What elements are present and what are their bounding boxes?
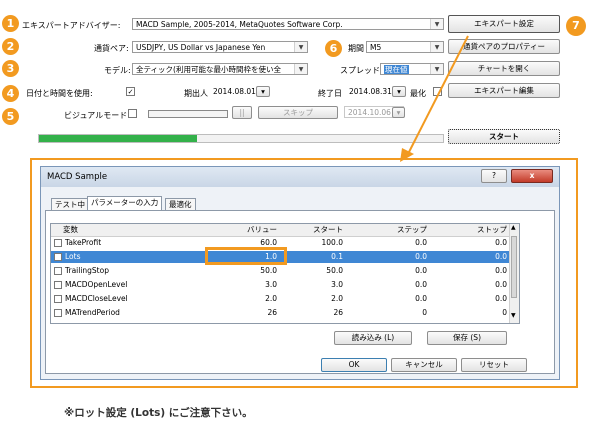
column-header: バリュー (247, 225, 277, 234)
cell-start: 26 (333, 308, 343, 317)
cell-step: 0.0 (415, 252, 427, 261)
scroll-down-icon[interactable]: ▼ (511, 312, 516, 319)
close-button[interactable]: x (511, 169, 553, 183)
row-checkbox[interactable] (54, 309, 62, 317)
column-header: スタート (313, 225, 343, 234)
row-checkbox[interactable] (54, 239, 62, 247)
cell-step: 0 (422, 308, 427, 317)
cell-stop: 0.0 (495, 266, 507, 275)
cell-start: 2.0 (331, 294, 343, 303)
cell-value: 50.0 (260, 266, 277, 275)
column-header: ストップ (477, 225, 507, 234)
table-row[interactable]: MATrendPeriod 26 26 0 0 (51, 307, 511, 319)
lots-value-highlight (205, 247, 287, 265)
cell-name: TrailingStop (65, 266, 109, 275)
reset-button[interactable]: リセット (461, 358, 527, 372)
cell-start: 0.1 (331, 252, 343, 261)
cell-value: 26 (267, 308, 277, 317)
cell-step: 0.0 (415, 238, 427, 247)
footnote: ※ロット設定 (Lots) にご注意下さい。 (64, 407, 253, 419)
cell-step: 0.0 (415, 280, 427, 289)
table-row[interactable]: TrailingStop 50.0 50.0 0.0 0.0 (51, 265, 511, 277)
cell-name: MACDOpenLevel (65, 280, 128, 289)
scroll-thumb[interactable] (511, 236, 517, 298)
cell-start: 3.0 (331, 280, 343, 289)
cell-stop: 0.0 (495, 252, 507, 261)
cell-step: 0.0 (415, 294, 427, 303)
cell-name: MATrendPeriod (65, 308, 120, 317)
parameters-table: 変数 バリュー スタート ステップ ストップ TakeProfit 60.0 100… (50, 223, 520, 324)
ok-button[interactable]: OK (321, 358, 387, 372)
row-checkbox[interactable] (54, 253, 62, 261)
column-header: 変数 (63, 225, 78, 234)
cell-step: 0.0 (415, 266, 427, 275)
cell-name: Lots (65, 252, 81, 261)
cell-stop: 0.0 (495, 294, 507, 303)
cell-name: TakeProfit (65, 238, 102, 247)
cell-start: 50.0 (326, 266, 343, 275)
help-button[interactable]: ? (481, 169, 507, 183)
table-row[interactable]: MACDCloseLevel 2.0 2.0 0.0 0.0 (51, 293, 511, 305)
cancel-button[interactable]: キャンセル (391, 358, 457, 372)
scroll-up-icon[interactable]: ▲ (511, 224, 516, 231)
table-header: 変数 バリュー スタート ステップ ストップ (51, 224, 511, 237)
cell-stop: 0 (502, 308, 507, 317)
column-header: ステップ (397, 225, 427, 234)
cell-value: 2.0 (265, 294, 277, 303)
table-row[interactable]: MACDOpenLevel 3.0 3.0 0.0 0.0 (51, 279, 511, 291)
table-scrollbar[interactable]: ▲ ▼ (509, 224, 519, 323)
row-checkbox[interactable] (54, 295, 62, 303)
cell-start: 100.0 (321, 238, 343, 247)
dialog-title: MACD Sample (47, 172, 108, 182)
cell-value: 3.0 (265, 280, 277, 289)
row-checkbox[interactable] (54, 281, 62, 289)
load-button[interactable]: 読み込み (L) (334, 331, 412, 345)
cell-stop: 0.0 (495, 280, 507, 289)
cell-stop: 0.0 (495, 238, 507, 247)
tab-inputs[interactable]: パラメーターの入力 (87, 196, 163, 211)
row-checkbox[interactable] (54, 267, 62, 275)
dialog-titlebar: MACD Sample ? x (41, 167, 559, 187)
cell-name: MACDCloseLevel (65, 294, 128, 303)
save-button[interactable]: 保存 (S) (427, 331, 507, 345)
